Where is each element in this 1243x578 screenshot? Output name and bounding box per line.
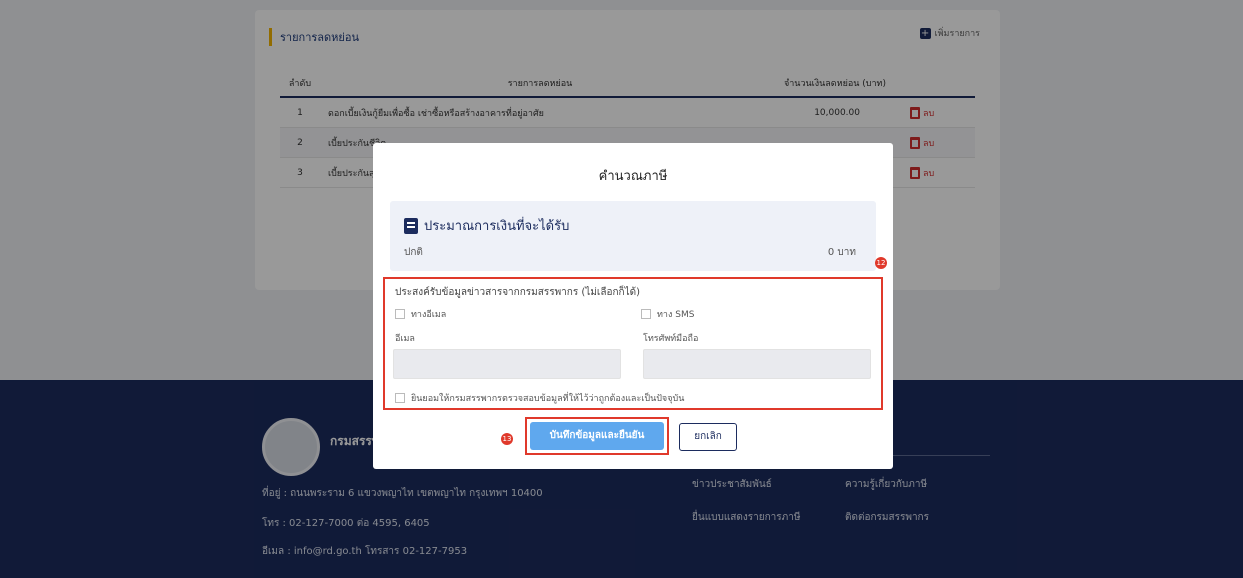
checkbox-box	[395, 309, 405, 319]
dialog-title: คำนวณภาษี	[598, 169, 668, 184]
consent-checkbox[interactable]: ยินยอมให้กรมสรรพากรตรวจสอบข้อมูลที่ให้ไว…	[395, 391, 684, 405]
sms-option-label: ทาง SMS	[657, 310, 695, 320]
save-and-confirm-button[interactable]: บันทึกข้อมูลและยืนยัน	[530, 422, 664, 450]
sms-option-checkbox[interactable]: ทาง SMS	[641, 307, 694, 321]
notify-title: ประสงค์รับข้อมูลข่าวสารจากกรมสรรพากร (ไม…	[395, 287, 641, 298]
email-field[interactable]	[393, 349, 621, 379]
estimated-refund-panel: ประมาณการเงินที่จะได้รับ ปกติ 0 บาท	[390, 201, 876, 271]
summary-value: 0 บาท	[827, 247, 856, 258]
save-button-highlight: บันทึกข้อมูลและยืนยัน	[525, 417, 669, 455]
email-option-label: ทางอีเมล	[411, 310, 447, 320]
tax-calculation-dialog: คำนวณภาษี ประมาณการเงินที่จะได้รับ ปกติ …	[373, 143, 893, 469]
checkbox-box	[641, 309, 651, 319]
notification-preferences: ประสงค์รับข้อมูลข่าวสารจากกรมสรรพากร (ไม…	[383, 277, 883, 410]
step-badge-notify: 12	[875, 257, 887, 269]
phone-field[interactable]	[643, 349, 871, 379]
summary-heading: ประมาณการเงินที่จะได้รับ	[404, 215, 569, 236]
email-option-checkbox[interactable]: ทางอีเมล	[395, 307, 446, 321]
cancel-button[interactable]: ยกเลิก	[679, 423, 737, 451]
phone-label: โทรศัพท์มือถือ	[643, 334, 699, 344]
checkbox-box	[395, 393, 405, 403]
step-badge-save: 13	[501, 433, 513, 445]
summary-label: ปกติ	[404, 247, 423, 258]
summary-title: ประมาณการเงินที่จะได้รับ	[424, 219, 570, 234]
email-label: อีเมล	[395, 334, 415, 344]
book-icon	[404, 217, 418, 234]
consent-label: ยินยอมให้กรมสรรพากรตรวจสอบข้อมูลที่ให้ไว…	[411, 394, 685, 404]
